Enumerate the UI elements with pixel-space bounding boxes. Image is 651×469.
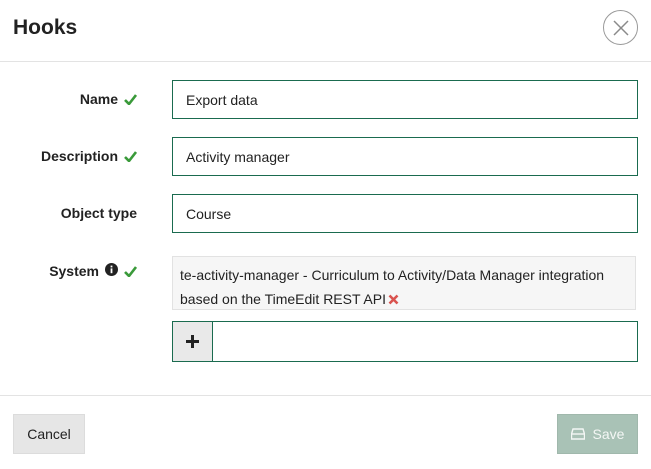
system-label-row: System (49, 263, 137, 279)
save-icon (570, 428, 585, 440)
hooks-dialog: Hooks Name Export data Description Activ… (0, 0, 651, 469)
system-selected-line2-row: based on the TimeEdit REST API (180, 287, 628, 312)
check-icon (124, 150, 137, 162)
plus-icon (186, 335, 199, 348)
dialog-title: Hooks (13, 16, 78, 39)
description-label: Description (40, 148, 118, 164)
system-selected-line2: based on the TimeEdit REST API (180, 291, 386, 307)
system-selected-line1: te-activity-manager - Curriculum to Acti… (180, 267, 605, 283)
description-label-row: Description (41, 148, 137, 164)
object-type-label: Object type (60, 205, 137, 221)
add-system-button[interactable] (173, 322, 213, 361)
info-icon[interactable] (105, 263, 118, 279)
name-label-row: Name (80, 91, 137, 107)
save-button[interactable]: Save (557, 414, 638, 454)
name-field[interactable]: Export data (172, 80, 638, 119)
check-icon (124, 265, 137, 277)
system-add-group (172, 321, 638, 362)
system-add-input[interactable] (214, 322, 637, 361)
close-button[interactable] (603, 10, 638, 45)
system-selected-item: te-activity-manager - Curriculum to Acti… (172, 256, 636, 310)
name-label: Name (79, 91, 118, 107)
object-type-field[interactable]: Course (172, 194, 638, 233)
check-icon (124, 93, 137, 105)
object-type-label-row: Object type (61, 205, 137, 221)
remove-x-icon[interactable] (388, 288, 399, 312)
object-type-value: Course (186, 205, 232, 222)
system-label: System (49, 263, 99, 279)
close-icon (613, 20, 629, 36)
description-value: Activity manager (186, 148, 290, 165)
cancel-label: Cancel (27, 426, 71, 442)
dialog-header: Hooks (0, 0, 651, 62)
description-field[interactable]: Activity manager (172, 137, 638, 176)
dialog-footer: Cancel Save (0, 395, 651, 469)
save-label: Save (592, 426, 625, 442)
name-value: Export data (186, 91, 258, 108)
cancel-button[interactable]: Cancel (13, 414, 85, 454)
